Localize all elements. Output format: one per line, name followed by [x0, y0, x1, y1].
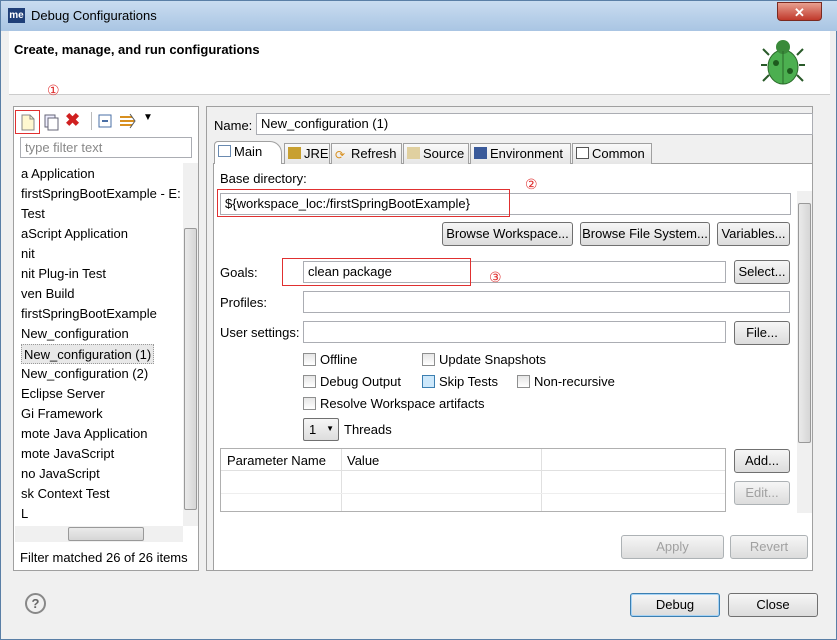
user-settings-input[interactable]: [303, 321, 726, 343]
tree-item[interactable]: Gi Framework: [21, 404, 103, 424]
tree-item[interactable]: Test: [21, 204, 45, 224]
annotation-3: ③: [489, 269, 502, 285]
filter-input[interactable]: type filter text: [20, 137, 192, 158]
chevron-down-icon: ▼: [326, 424, 334, 433]
debug-bug-icon: [761, 35, 805, 87]
app-icon: me: [8, 8, 25, 23]
tree-item[interactable]: Eclipse Server: [21, 384, 105, 404]
config-tree: a Application firstSpringBootExample - E:…: [15, 163, 183, 526]
debug-output-checkbox[interactable]: Debug Output: [303, 374, 401, 389]
profiles-input[interactable]: [303, 291, 790, 313]
threads-select[interactable]: 1 ▼: [303, 418, 339, 441]
tree-item[interactable]: L: [21, 504, 28, 524]
tab-source[interactable]: Source: [403, 143, 469, 164]
tree-item[interactable]: nit: [21, 244, 35, 264]
tab-common[interactable]: Common: [572, 143, 652, 164]
highlight-box: [217, 189, 510, 217]
tree-item[interactable]: no JavaScript: [21, 464, 100, 484]
table-header: Parameter Name Value: [221, 449, 725, 511]
scrollbar-thumb[interactable]: [68, 527, 144, 541]
tree-item[interactable]: firstSpringBootExample - E:: [21, 184, 181, 204]
tree-item[interactable]: ven Build: [21, 284, 74, 304]
title-bar: me Debug Configurations ✕: [1, 1, 837, 31]
main-tab-scrollbar[interactable]: [797, 191, 812, 513]
resolve-workspace-checkbox[interactable]: Resolve Workspace artifacts: [303, 396, 485, 411]
scrollbar-thumb[interactable]: [798, 203, 811, 443]
revert-button[interactable]: Revert: [730, 535, 808, 559]
profiles-label: Profiles:: [220, 295, 267, 310]
name-label: Name:: [214, 118, 253, 133]
select-goals-button[interactable]: Select...: [734, 260, 790, 284]
base-directory-label: Base directory:: [220, 171, 307, 186]
parameters-table: Parameter Name Value: [220, 448, 726, 512]
variables-button[interactable]: Variables...: [717, 222, 790, 246]
goals-label: Goals:: [220, 265, 258, 280]
column-header-value[interactable]: Value: [347, 453, 379, 468]
edit-parameter-button[interactable]: Edit...: [734, 481, 790, 505]
filter-icon[interactable]: [118, 112, 138, 133]
apply-button[interactable]: Apply: [621, 535, 724, 559]
refresh-icon: ⟳: [335, 148, 346, 162]
tree-item[interactable]: nit Plug-in Test: [21, 264, 106, 284]
main-tab-icon: [218, 145, 231, 157]
browse-file-system-button[interactable]: Browse File System...: [580, 222, 710, 246]
tree-item[interactable]: aScript Application: [21, 224, 128, 244]
annotation-1: ①: [47, 82, 60, 98]
scrollbar-thumb[interactable]: [184, 228, 197, 510]
collapse-all-icon[interactable]: [98, 113, 114, 132]
config-tree-panel: ✖ ▼ type filter text a Application firstS…: [13, 106, 199, 571]
environment-icon: [474, 147, 487, 159]
highlight-box: [282, 258, 471, 286]
tree-item[interactable]: firstSpringBootExample: [21, 304, 157, 324]
duplicate-icon[interactable]: [42, 113, 60, 134]
source-icon: [407, 147, 420, 159]
chevron-down-icon[interactable]: ▼: [143, 112, 153, 123]
tab-environment[interactable]: Environment: [470, 143, 571, 164]
browse-workspace-button[interactable]: Browse Workspace...: [442, 222, 573, 246]
tree-item[interactable]: New_configuration (1): [21, 344, 155, 364]
tree-item[interactable]: New_configuration (2): [21, 364, 148, 384]
tab-main[interactable]: Main: [214, 141, 282, 164]
window-title: Debug Configurations: [31, 8, 157, 23]
user-settings-label: User settings:: [220, 325, 300, 340]
new-config-button[interactable]: [15, 110, 40, 134]
horizontal-scrollbar[interactable]: [15, 526, 183, 542]
update-snapshots-checkbox[interactable]: Update Snapshots: [422, 352, 546, 367]
skip-tests-checkbox[interactable]: Skip Tests: [422, 374, 498, 389]
common-icon: [576, 147, 589, 159]
dialog-window: me Debug Configurations ✕ Create, manage…: [0, 0, 837, 640]
filter-status: Filter matched 26 of 26 items: [20, 550, 188, 565]
dialog-header: Create, manage, and run configurations: [9, 31, 830, 95]
non-recursive-checkbox[interactable]: Non-recursive: [517, 374, 615, 389]
debug-button[interactable]: Debug: [630, 593, 720, 617]
close-button[interactable]: Close: [728, 593, 818, 617]
name-input[interactable]: New_configuration (1): [256, 113, 813, 135]
vertical-scrollbar[interactable]: [183, 163, 198, 526]
close-window-button[interactable]: ✕: [777, 2, 822, 21]
tree-item[interactable]: sk Context Test: [21, 484, 110, 504]
tab-jre[interactable]: JRE: [284, 143, 330, 164]
tree-item[interactable]: mote Java Application: [21, 424, 147, 444]
file-button[interactable]: File...: [734, 321, 790, 345]
column-header-name[interactable]: Parameter Name: [227, 453, 326, 468]
help-icon[interactable]: ?: [25, 593, 46, 614]
jre-icon: [288, 147, 301, 159]
tree-item[interactable]: a Application: [21, 164, 95, 184]
add-parameter-button[interactable]: Add...: [734, 449, 790, 473]
delete-icon[interactable]: ✖: [65, 110, 80, 131]
offline-checkbox[interactable]: Offline: [303, 352, 357, 367]
tree-item[interactable]: mote JavaScript: [21, 444, 114, 464]
threads-label: Threads: [344, 422, 392, 437]
annotation-2: ②: [525, 176, 538, 192]
toolbar-divider: [91, 112, 92, 130]
tab-refresh[interactable]: ⟳ Refresh: [331, 143, 402, 164]
header-title: Create, manage, and run configurations: [14, 42, 260, 57]
tree-item[interactable]: New_configuration: [21, 324, 129, 344]
